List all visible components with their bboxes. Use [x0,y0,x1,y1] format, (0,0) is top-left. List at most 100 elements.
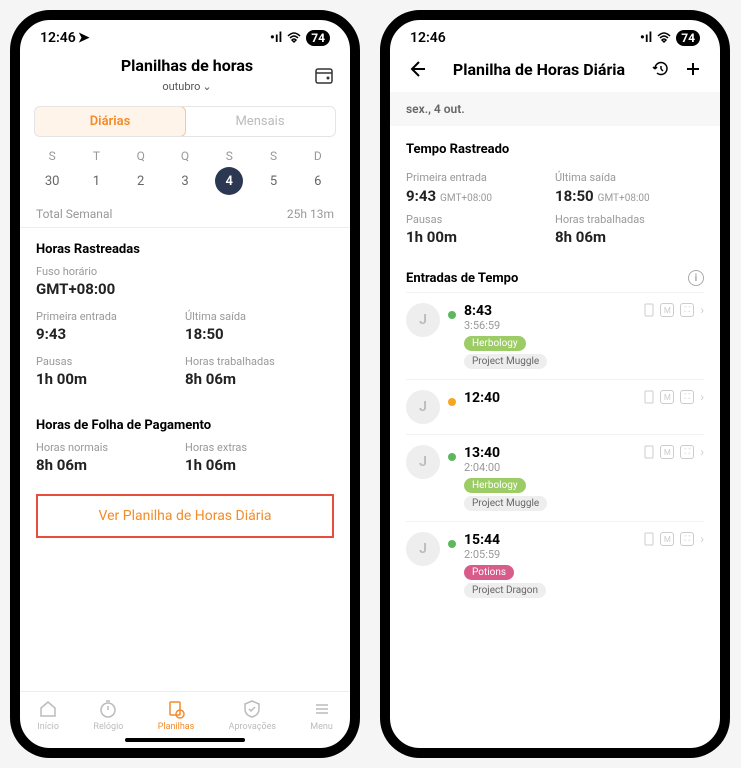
entry-duration: 2:05:59 [464,548,636,561]
day-cell[interactable]: S5 [256,149,292,195]
bottom-nav: Início Relógio Planilhas Aprovações Menu [20,691,350,734]
nav-sheets[interactable]: Planilhas [158,698,195,732]
stopwatch-icon [97,698,119,720]
nav-clock[interactable]: Relógio [93,698,123,732]
reg-value: 8h 06m [36,456,185,474]
status-bar: 12:46 ➤ •ıl 74 [20,20,350,50]
worked-label: Horas trabalhadas [555,213,704,226]
breaks-value: 1h 00m [406,228,555,246]
nav-home[interactable]: Início [37,698,59,732]
entry-time: 12:40 [464,390,636,406]
view-daily-timesheet-button[interactable]: Ver Planilha de Horas Diária [36,494,334,538]
entry-icons: M⛶› [644,445,704,459]
wifi-icon [656,32,672,44]
last-out-value: 18:50 [555,187,594,205]
breaks-label: Pausas [406,213,555,226]
add-button[interactable] [680,56,706,82]
time-entry[interactable]: J 13:402:04:00 Herbology Project Muggle M⛶› [406,434,704,521]
entry-duration: 2:04:00 [464,461,636,474]
page-title: Planilha de Horas Diária [436,60,642,79]
entry-icons: M⛶› [644,532,704,546]
m-badge: M [660,532,674,546]
date-band: sex., 4 out. [390,92,720,126]
back-button[interactable] [404,56,430,82]
breaks-label: Pausas [36,355,185,368]
ot-label: Horas extras [185,441,334,454]
home-indicator[interactable] [125,738,245,742]
nav-menu[interactable]: Menu [310,698,333,732]
chevron-right-icon: › [700,303,704,317]
avatar: J [406,445,440,479]
worked-label: Horas trabalhadas [185,355,334,368]
chevron-right-icon: › [700,390,704,404]
entries-title: Entradas de Tempo [406,271,518,286]
day-cell[interactable]: D6 [300,149,336,195]
first-in-value: 9:43 [406,187,436,205]
entry-icons: M⛶› [644,390,704,404]
time-entry[interactable]: J8:433:56:59HerbologyProject MuggleM⛶› [406,292,704,379]
avatar: J [406,390,440,424]
expand-icon: ⛶ [680,303,694,317]
worked-value: 8h 06m [185,370,334,388]
day-cell[interactable]: Q3 [167,149,203,195]
calendar-icon[interactable] [314,65,334,85]
header: Planilha de Horas Diária [390,50,720,92]
avatar: J [406,532,440,566]
history-button[interactable] [648,56,674,82]
chevron-right-icon: › [700,532,704,546]
menu-icon [311,698,333,720]
last-out-label: Última saída [555,171,704,184]
tab-monthly[interactable]: Mensais [185,107,335,136]
day-letter: T [93,149,100,163]
month-picker[interactable]: outubro⌄ [162,80,211,93]
week-total-label: Total Semanal [36,207,112,221]
device-icon [644,390,654,404]
avatar: J [406,303,440,337]
chevron-down-icon: ⌄ [202,80,211,93]
day-number: 3 [171,167,199,195]
last-out-label: Última saída [185,310,334,323]
day-number: 4 [215,167,243,195]
signal-icon: •ıl [270,30,282,46]
entry-tag: Herbology [464,478,526,493]
time-entry[interactable]: J 12:40 M⛶› [406,379,704,434]
status-dot [448,398,456,406]
nav-approvals[interactable]: Aprovações [229,698,276,732]
entry-time: 13:40 [464,445,636,461]
battery-level: 74 [306,30,330,46]
day-letter: S [49,149,56,163]
time-entry[interactable]: J15:442:05:59PotionsProject DragonM⛶› [406,521,704,608]
status-time: 12:46 [40,30,76,46]
day-letter: D [314,149,322,163]
shield-check-icon [241,698,263,720]
first-in-label: Primeira entrada [36,310,185,323]
day-cell[interactable]: T1 [78,149,114,195]
segmented-control: Diárias Mensais [34,106,336,137]
entry-time: 8:43 [464,303,636,319]
page-title: Planilhas de horas [60,56,314,75]
location-icon: ➤ [78,30,90,46]
entry-project: Project Muggle [464,354,547,369]
battery-level: 74 [676,30,700,46]
day-letter: S [226,149,233,163]
tab-daily[interactable]: Diárias [34,106,186,137]
entry-tag: Potions [464,565,514,580]
entries-list: J8:433:56:59HerbologyProject MuggleM⛶›J1… [406,292,704,608]
expand-icon: ⛶ [680,445,694,459]
phone-left: 12:46 ➤ •ıl 74 Planilhas de horas outubr… [10,10,360,758]
day-letter: Q [181,149,189,163]
tz-value: GMT+08:00 [36,280,334,298]
status-dot [448,540,456,548]
m-badge: M [660,390,674,404]
week-strip: S30T1Q2Q3S4S5D6 [20,145,350,201]
day-cell[interactable]: S30 [34,149,70,195]
day-cell[interactable]: S4 [211,149,247,195]
day-number: 6 [304,167,332,195]
entry-duration: 3:56:59 [464,319,636,332]
header: Planilhas de horas outubro⌄ [20,50,350,102]
entry-project: Project Muggle [464,496,547,511]
info-icon[interactable]: i [688,270,704,286]
day-cell[interactable]: Q2 [123,149,159,195]
day-number: 5 [260,167,288,195]
tz: GMT+08:00 [598,193,650,204]
